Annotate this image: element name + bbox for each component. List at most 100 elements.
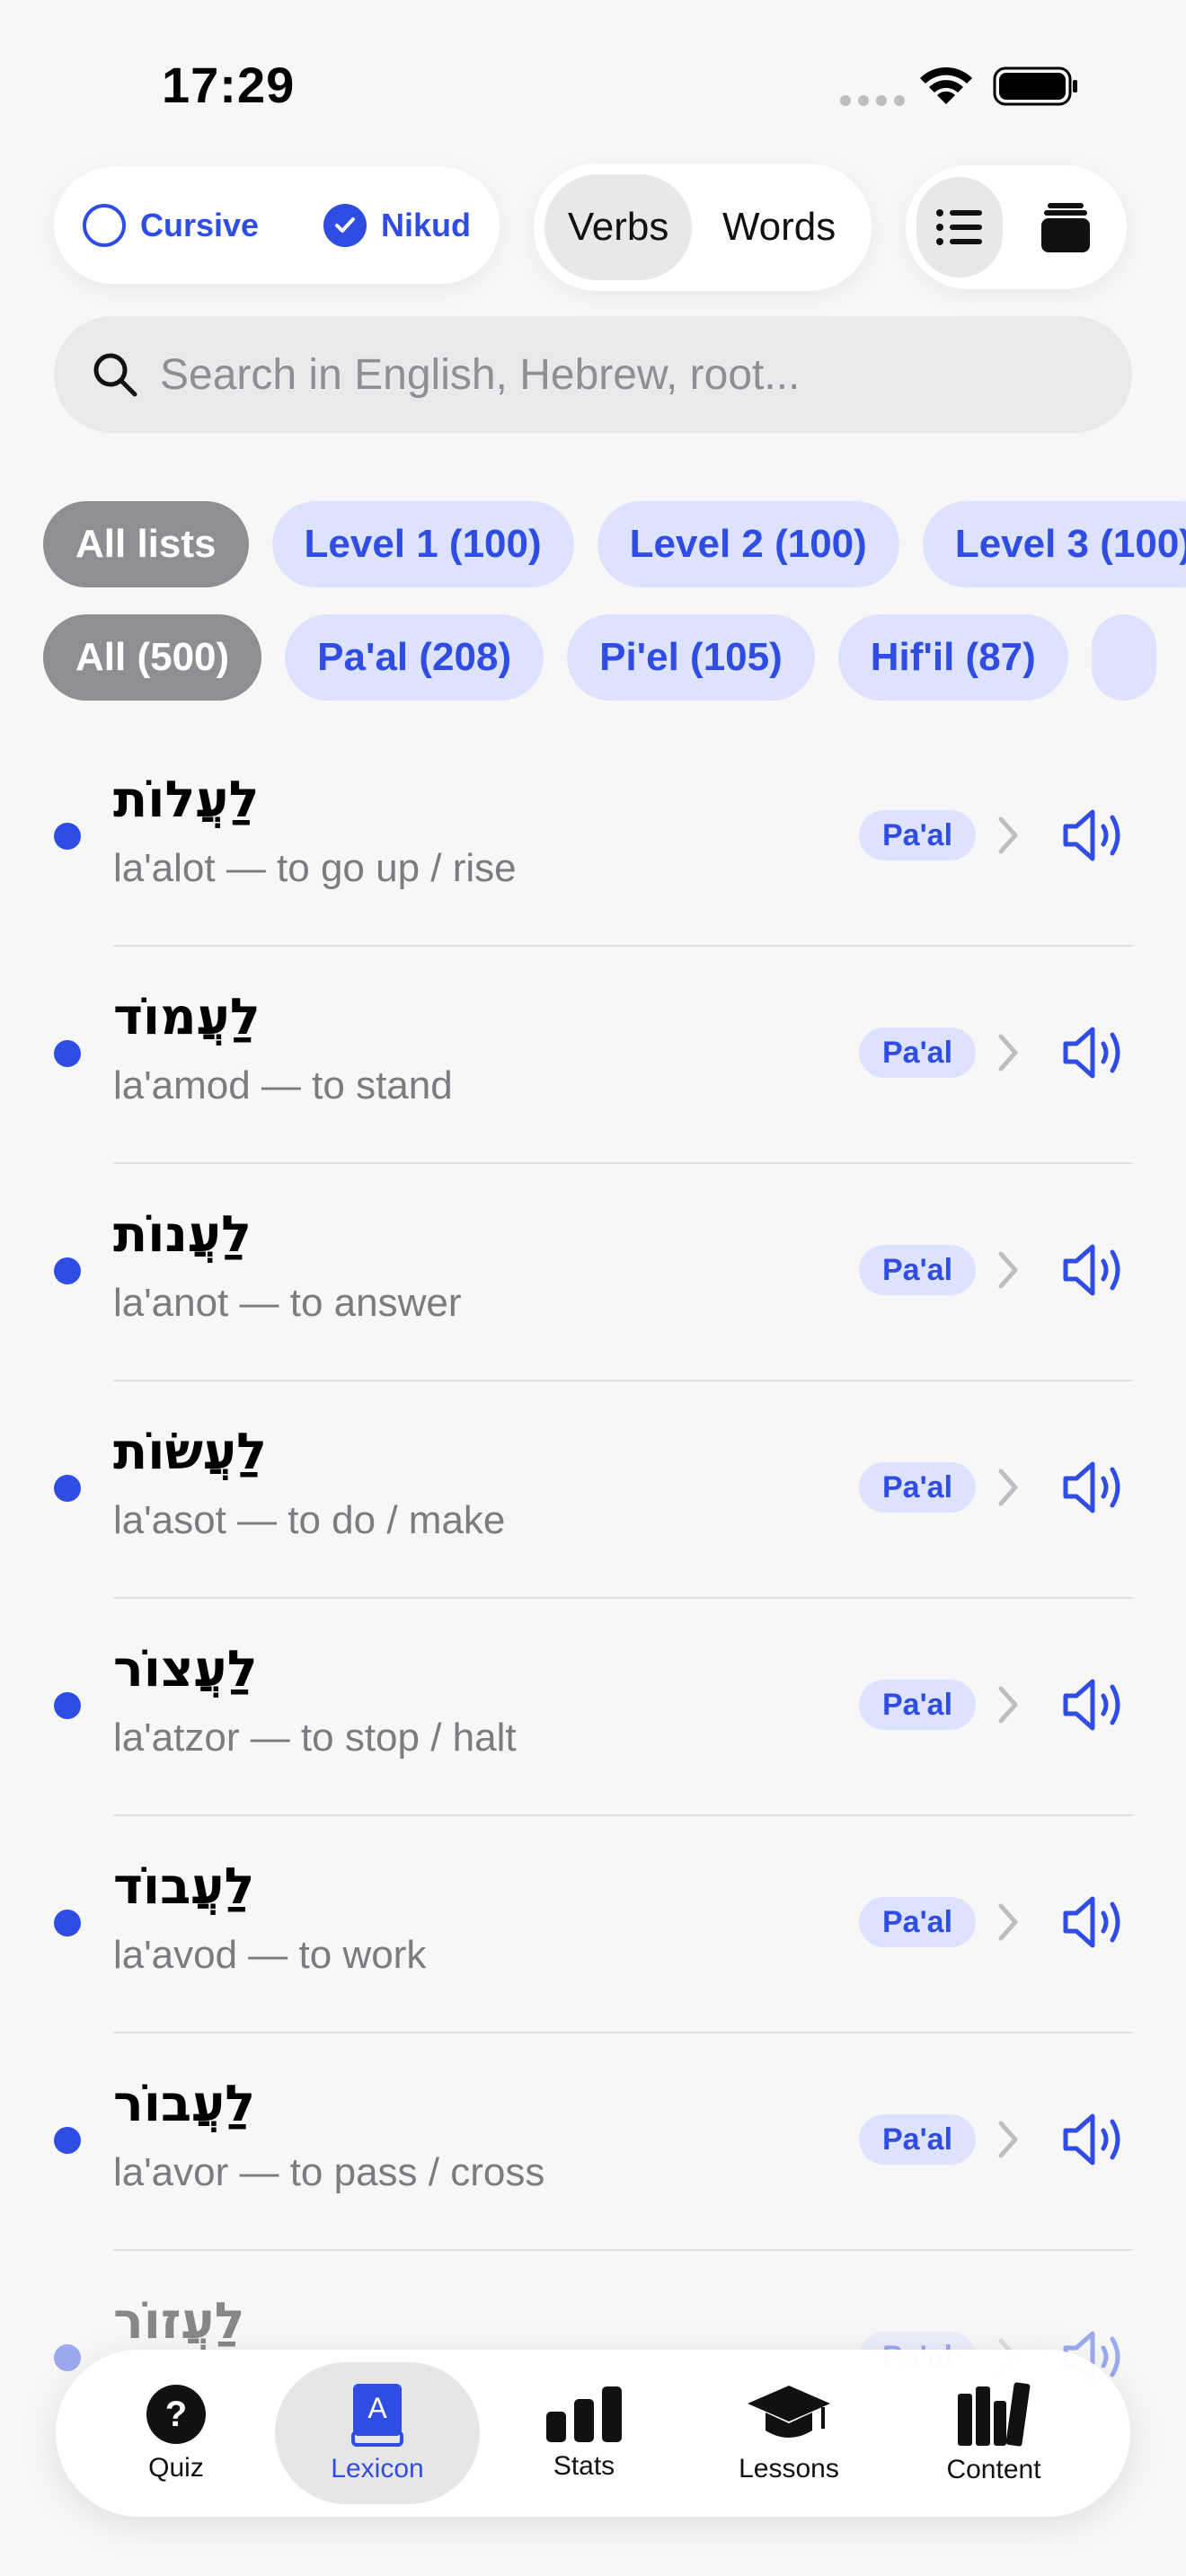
bar-chart-icon [546,2386,622,2442]
chip-paal[interactable]: Pa'al (208) [285,614,544,701]
tab-label: Lexicon [331,2454,424,2483]
search-bar[interactable] [54,316,1132,433]
question-circle-icon: ? [146,2385,206,2444]
binyan-badge: Pa'al [859,1028,977,1078]
view-toggle [906,165,1127,289]
speaker-icon[interactable] [1060,1024,1128,1081]
new-indicator-dot [54,1257,81,1284]
list-view-button[interactable] [916,177,1003,278]
chip-level-1[interactable]: Level 1 (100) [271,501,574,587]
nikud-label: Nikud [381,207,472,243]
hebrew-word: לַעֲנוֹת [113,1205,252,1264]
status-bar: 17:29 [0,0,1186,171]
tab-content[interactable]: Content [891,2362,1096,2504]
list-icon [936,209,982,245]
chevron-right-icon [998,1686,1018,1724]
chip-more[interactable] [1091,614,1156,701]
wifi-icon [920,66,972,104]
hebrew-word: לַעֲשׂוֹת [113,1423,268,1481]
chip-level-2[interactable]: Level 2 (100) [597,501,899,587]
card-view-button[interactable] [1022,177,1109,278]
speaker-icon[interactable] [1060,807,1128,864]
tab-lessons[interactable]: Lessons [686,2362,891,2504]
list-item[interactable]: לַעֲנוֹת la'anot — to answer Pa'al [0,1164,1186,1381]
cursive-label: Cursive [140,207,260,243]
speaker-icon[interactable] [1060,1241,1128,1299]
transliteration: la'asot — to do / make [113,1498,506,1542]
cards-stack-icon [1041,203,1090,252]
list-item[interactable]: לַעֲשׂוֹת la'asot — to do / make Pa'al [0,1381,1186,1599]
tab-label: Lessons [739,2454,839,2483]
transliteration: la'alot — to go up / rise [113,846,517,890]
tab-label: Content [946,2455,1041,2484]
new-indicator-dot [54,1040,81,1067]
tab-lexicon[interactable]: A Lexicon [275,2362,480,2504]
list-item[interactable]: לַעֲמוֹד la'amod — to stand Pa'al [0,947,1186,1164]
tab-label: Quiz [148,2453,204,2483]
mode-segmented-control: Verbs Words [534,163,872,291]
script-toggles: Cursive Nikud [54,167,500,284]
list-item[interactable]: לַעֲלוֹת la'alot — to go up / rise Pa'al [0,729,1186,947]
tab-stats[interactable]: Stats [482,2362,686,2504]
chevron-right-icon [998,1034,1018,1072]
dictionary-book-icon: A [351,2384,403,2447]
binyan-badge: Pa'al [859,1897,977,1947]
list-item[interactable]: לַעֲבוֹד la'avod — to work Pa'al [0,1816,1186,2033]
new-indicator-dot [54,2344,81,2371]
graduation-cap-icon [748,2386,830,2438]
list-item[interactable]: לַעֲבוֹר la'avor — to pass / cross Pa'al [0,2033,1186,2251]
svg-text:?: ? [165,2395,187,2434]
speaker-icon[interactable] [1060,2111,1128,2168]
chip-all-lists[interactable]: All lists [43,501,249,587]
hebrew-word: לַעֲמוֹד [113,988,261,1046]
battery-icon [993,66,1077,106]
binyan-badge: Pa'al [859,1245,977,1295]
search-input[interactable] [160,349,1058,400]
hebrew-word: לַעֲבוֹד [113,1857,255,1916]
binyan-badge: Pa'al [859,2114,977,2165]
word-list: לַעֲלוֹת la'alot — to go up / rise Pa'al… [0,729,1186,2468]
unchecked-circle-icon [83,204,126,247]
chip-hifil[interactable]: Hif'il (87) [837,614,1068,701]
binyan-filter-chips: All (500) Pa'al (208) Pi'el (105) Hif'il… [43,614,1156,701]
new-indicator-dot [54,2127,81,2154]
hebrew-word: לַעֲזוֹר [113,2292,245,2351]
chip-all-binyanim[interactable]: All (500) [43,614,262,701]
transliteration: la'avod — to work [113,1933,427,1977]
segment-words[interactable]: Words [697,174,861,280]
binyan-badge: Pa'al [859,1462,977,1513]
speaker-icon[interactable] [1060,1459,1128,1516]
segment-verbs[interactable]: Verbs [544,174,693,280]
chevron-right-icon [998,1251,1018,1289]
checkmark-icon [323,204,367,247]
tab-quiz[interactable]: ? Quiz [74,2362,279,2504]
chevron-right-icon [998,1903,1018,1941]
nikud-toggle[interactable]: Nikud [323,167,471,284]
new-indicator-dot [54,1910,81,1936]
binyan-badge: Pa'al [859,810,977,860]
chevron-right-icon [998,816,1018,854]
chip-level-3[interactable]: Level 3 (100) [922,501,1186,587]
signal-icon [840,95,905,106]
svg-text:A: A [367,2392,387,2424]
binyan-badge: Pa'al [859,1680,977,1730]
tab-bar: ? Quiz A Lexicon Stats Lessons Content [56,2350,1130,2517]
transliteration: la'amod — to stand [113,1063,453,1107]
transliteration: la'anot — to answer [113,1281,462,1325]
list-filter-chips: All lists Level 1 (100) Level 2 (100) Le… [43,501,1186,587]
status-time: 17:29 [162,57,296,113]
books-icon [958,2382,1031,2447]
tab-label: Stats [553,2451,615,2481]
hebrew-word: לַעֲצוֹר [113,1640,258,1698]
list-item[interactable]: לַעֲצוֹר la'atzor — to stop / halt Pa'al [0,1599,1186,1816]
hebrew-word: לַעֲלוֹת [113,771,260,829]
hebrew-word: לַעֲבוֹר [113,2075,256,2133]
new-indicator-dot [54,823,81,850]
search-icon [93,353,137,397]
speaker-icon[interactable] [1060,1893,1128,1951]
speaker-icon[interactable] [1060,1676,1128,1734]
transliteration: la'atzor — to stop / halt [113,1716,517,1760]
cursive-toggle[interactable]: Cursive [83,167,259,284]
new-indicator-dot [54,1475,81,1502]
chip-piel[interactable]: Pi'el (105) [567,614,815,701]
